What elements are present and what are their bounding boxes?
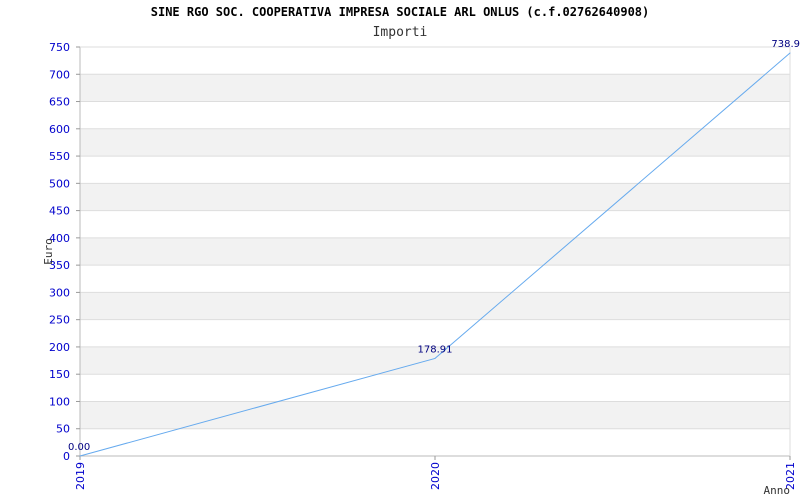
grid-band xyxy=(80,128,790,157)
x-axis-label: Anno xyxy=(764,484,791,497)
x-axis-ticks: 2019 2020 2021 xyxy=(74,456,797,490)
data-label: 178.91 xyxy=(418,344,453,355)
y-tick-label: 150 xyxy=(49,368,70,381)
grid-band xyxy=(80,237,790,266)
y-tick-label: 600 xyxy=(49,123,70,136)
data-point xyxy=(79,455,81,457)
y-tick-label: 750 xyxy=(49,41,70,54)
data-point xyxy=(434,357,436,359)
data-label: 0.00 xyxy=(68,442,90,453)
data-point xyxy=(789,52,791,54)
y-tick-label: 450 xyxy=(49,205,70,218)
y-tick-label: 550 xyxy=(49,150,70,163)
x-tick-label: 2019 xyxy=(74,462,87,490)
grid-band xyxy=(80,401,790,429)
y-tick-label: 200 xyxy=(49,341,70,354)
y-tick-label: 100 xyxy=(49,395,70,408)
data-label: 738.9 xyxy=(771,39,800,50)
x-tick-label: 2020 xyxy=(429,462,442,490)
y-tick-label: 650 xyxy=(49,96,70,109)
grid-band xyxy=(80,74,790,102)
y-tick-label: 500 xyxy=(49,177,70,190)
grid-bands xyxy=(80,74,790,429)
y-axis-label: Euro xyxy=(42,238,55,265)
y-tick-label: 50 xyxy=(56,423,70,436)
grid-band xyxy=(80,292,790,320)
y-tick-label: 250 xyxy=(49,314,70,327)
y-tick-label: 300 xyxy=(49,286,70,299)
line-chart: 0501001502002503003504004505005506006507… xyxy=(42,39,800,497)
grid-band xyxy=(80,183,790,211)
y-tick-label: 700 xyxy=(49,68,70,81)
